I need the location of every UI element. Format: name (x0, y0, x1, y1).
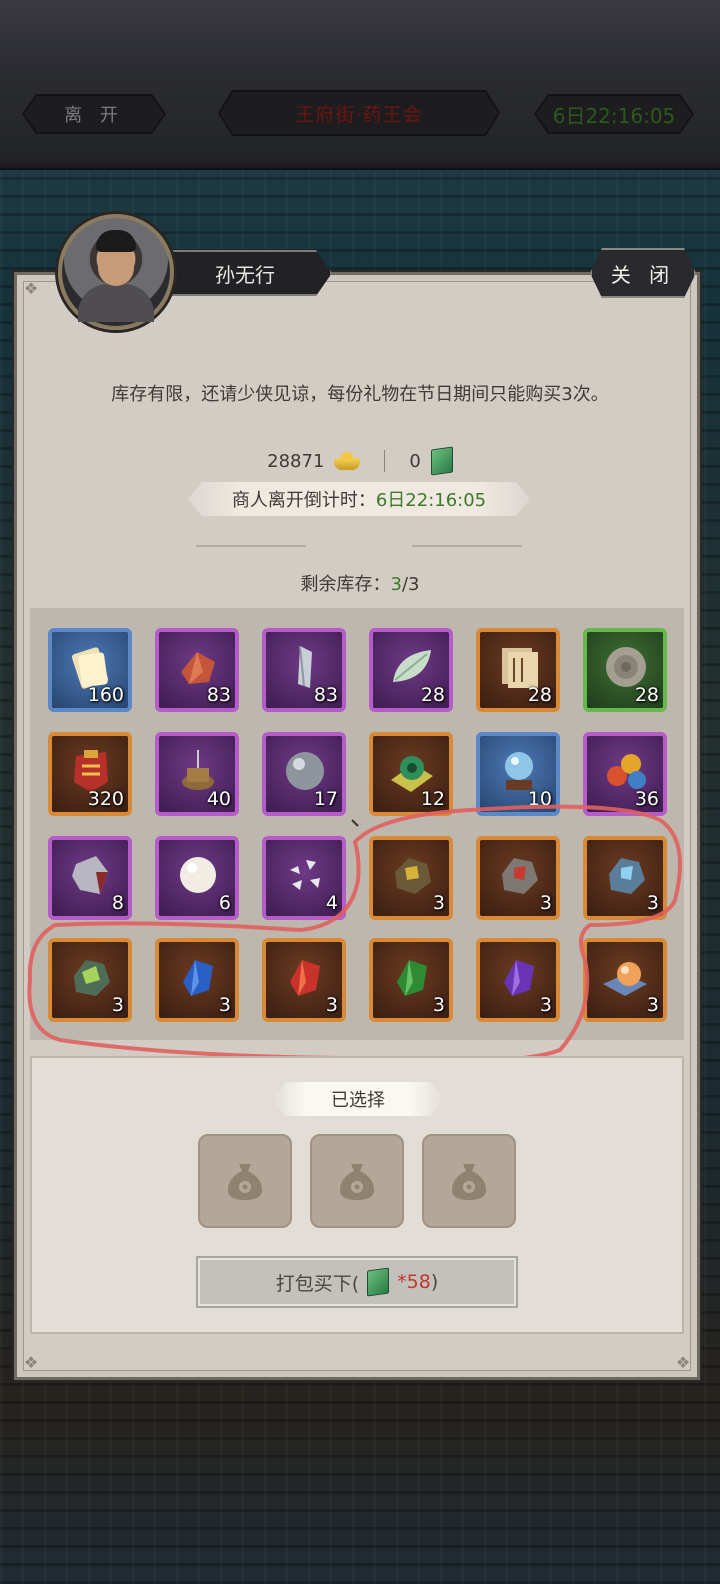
merchant-avatar (58, 214, 174, 330)
item-quantity: 83 (313, 684, 338, 706)
emerald-gem-icon (397, 960, 427, 996)
item-slot-stone-disc[interactable]: 28 (583, 628, 667, 712)
leave-button[interactable]: 离 开 (22, 94, 166, 134)
item-quantity: 17 (313, 788, 338, 810)
gold-ingot-icon (334, 452, 361, 470)
pearl-icon (180, 857, 216, 893)
item-quantity: 36 (634, 788, 659, 810)
item-slot-silver-crystal[interactable]: 83 (262, 628, 346, 712)
item-slot-iron-ball[interactable]: 17 (262, 732, 346, 816)
ornament-divider (412, 545, 522, 547)
item-quantity: 3 (325, 994, 338, 1016)
dark-ore-icon (72, 856, 108, 894)
location-title: 王府街·药王会 (218, 90, 500, 136)
stock-current: 3 (390, 574, 402, 595)
money-bag-icon (340, 1164, 374, 1200)
item-quantity: 160 (87, 684, 124, 706)
item-slot-blue-gem[interactable]: 3 (155, 938, 239, 1022)
item-quantity: 3 (432, 994, 445, 1016)
divider (384, 450, 386, 472)
merchant-name: 孙无行 (215, 262, 275, 287)
green-ore-icon (74, 960, 110, 996)
event-timer: 6日22:16:05 (534, 94, 694, 134)
selected-slot-3[interactable] (422, 1134, 516, 1228)
item-quantity: 3 (539, 994, 552, 1016)
jade-token-icon (430, 446, 453, 476)
item-slot-orange-pearl-scroll[interactable]: 3 (583, 938, 667, 1022)
money-bag-icon (452, 1164, 486, 1200)
item-quantity: 3 (646, 892, 659, 914)
item-slot-ruby-ore[interactable]: 3 (476, 836, 560, 920)
item-slot-jade-scroll-orb[interactable]: 12 (369, 732, 453, 816)
silver-fragments-icon (290, 860, 320, 890)
selected-slot-2[interactable] (310, 1134, 404, 1228)
item-slot-red-token[interactable]: 320 (48, 732, 132, 816)
item-slot-incense-burner[interactable]: 40 (155, 732, 239, 816)
item-quantity: 40 (206, 788, 231, 810)
remaining-stock: 剩余库存：3/3 (300, 574, 420, 595)
red-gem-icon (290, 960, 320, 996)
selected-slot-1[interactable] (198, 1134, 292, 1228)
item-slot-manual-books[interactable]: 28 (476, 628, 560, 712)
jade-token-icon (367, 1267, 390, 1297)
merchant-countdown: 商人离开倒计时： 6日22:16:05 (188, 482, 530, 516)
item-quantity: 28 (527, 684, 552, 706)
bundle-price: *58 (397, 1271, 431, 1293)
item-slot-pearl[interactable]: 6 (155, 836, 239, 920)
merchant-name-plate: 孙无行 (158, 250, 332, 296)
bundle-buy-button[interactable]: 打包买下( *58 ) (196, 1256, 518, 1308)
money-bag-icon (228, 1164, 262, 1200)
top-bar: 离 开 王府街·药王会 6日22:16:05 (0, 0, 720, 170)
item-slot-green-ore[interactable]: 3 (48, 938, 132, 1022)
item-quantity: 28 (420, 684, 445, 706)
sapphire-ore-icon (609, 858, 645, 894)
corner-ornament-icon: ❖ (675, 1353, 691, 1372)
corner-ornament-icon: ❖ (23, 279, 39, 298)
item-slot-dark-ore[interactable]: 8 (48, 836, 132, 920)
item-quantity: 83 (206, 684, 231, 706)
jade-amount: 0 (409, 450, 421, 472)
item-slot-amethyst-gem[interactable]: 3 (476, 938, 560, 1022)
item-quantity: 10 (527, 788, 552, 810)
item-quantity: 3 (111, 994, 124, 1016)
item-slot-silver-fragments[interactable]: 4 (262, 836, 346, 920)
item-quantity: 3 (218, 994, 231, 1016)
item-quantity: 12 (420, 788, 445, 810)
item-slot-emerald-gem[interactable]: 3 (369, 938, 453, 1022)
item-slot-colored-beads[interactable]: 36 (583, 732, 667, 816)
corner-ornament-icon: ❖ (23, 1353, 39, 1372)
gold-amount: 28871 (267, 450, 325, 472)
item-slot-sapphire-ore[interactable]: 3 (583, 836, 667, 920)
stock-total: /3 (401, 574, 420, 595)
currency-row: 28871 0 (0, 446, 720, 476)
selected-title: 已选择 (272, 1082, 444, 1116)
gold-ore-icon (395, 858, 431, 894)
item-quantity: 320 (87, 788, 124, 810)
item-slot-scroll-bundle[interactable]: 160 (48, 628, 132, 712)
item-quantity: 3 (646, 994, 659, 1016)
ruby-ore-icon (502, 858, 538, 894)
orange-pearl-scroll-icon (603, 962, 647, 996)
ornament-divider (196, 545, 306, 547)
item-quantity: 3 (432, 892, 445, 914)
item-slot-red-crystal-shard[interactable]: 83 (155, 628, 239, 712)
blue-gem-icon (183, 960, 213, 996)
close-button[interactable]: 关 闭 (590, 248, 696, 298)
item-quantity: 8 (111, 892, 124, 914)
item-slot-jade-leaf[interactable]: 28 (369, 628, 453, 712)
item-slot-gold-ore[interactable]: 3 (369, 836, 453, 920)
item-slot-red-gem[interactable]: 3 (262, 938, 346, 1022)
countdown-time: 6日22:16:05 (375, 490, 487, 511)
item-quantity: 4 (325, 892, 338, 914)
item-quantity: 3 (539, 892, 552, 914)
amethyst-gem-icon (504, 960, 534, 996)
stock-notice: 库存有限，还请少侠见谅，每份礼物在节日期间只能购买3次。 (111, 384, 609, 405)
item-slot-crystal-ball[interactable]: 10 (476, 732, 560, 816)
item-quantity: 28 (634, 684, 659, 706)
item-quantity: 6 (218, 892, 231, 914)
